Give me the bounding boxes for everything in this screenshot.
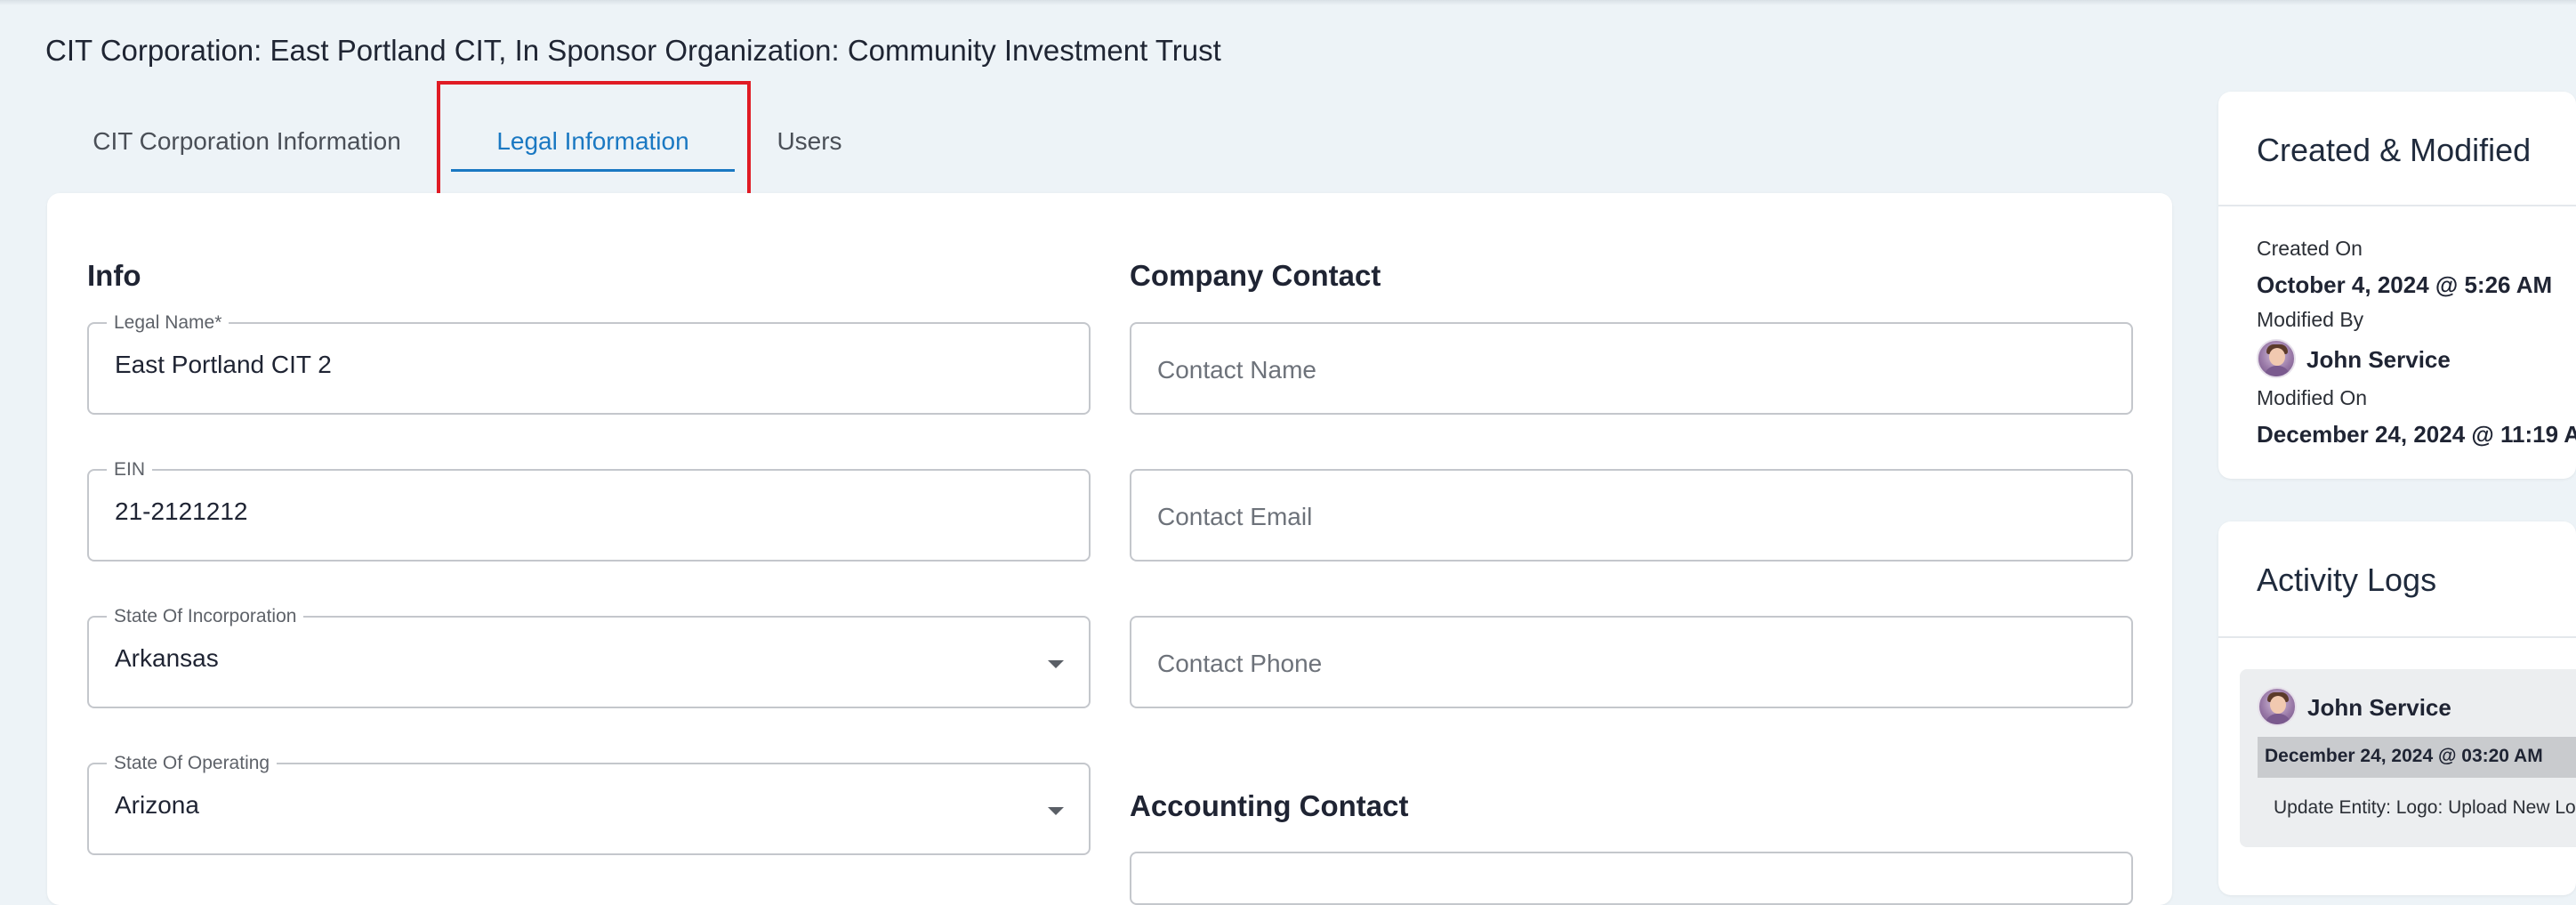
accounting-contact-input[interactable] bbox=[1130, 852, 2133, 905]
legal-name-label: Legal Name* bbox=[107, 312, 229, 334]
created-on-value: October 4, 2024 @ 5:26 AM bbox=[2257, 271, 2553, 298]
created-modified-card: Created & Modified Created On October 4,… bbox=[2218, 92, 2576, 479]
created-modified-title: Created & Modified bbox=[2257, 132, 2532, 168]
tab-users[interactable]: Users bbox=[777, 114, 841, 169]
contact-email-placeholder: Contact Email bbox=[1157, 503, 1313, 530]
state-of-incorporation-label: State Of Incorporation bbox=[107, 606, 304, 627]
avatar bbox=[2257, 339, 2296, 378]
contact-name-placeholder: Contact Name bbox=[1157, 356, 1316, 384]
info-section-title: Info bbox=[87, 259, 141, 292]
created-on-label: Created On bbox=[2257, 237, 2363, 260]
avatar bbox=[2258, 687, 2297, 726]
contact-name-input[interactable]: Contact Name bbox=[1130, 322, 2133, 415]
state-of-incorporation-value: Arkansas bbox=[115, 644, 219, 672]
modified-by-value: John Service bbox=[2306, 346, 2451, 373]
contact-phone-placeholder: Contact Phone bbox=[1157, 650, 1323, 677]
activity-log-date: December 24, 2024 @ 03:20 AM bbox=[2265, 746, 2543, 766]
modified-on-label: Modified On bbox=[2257, 386, 2368, 409]
state-of-operating-label: State Of Operating bbox=[107, 753, 278, 774]
tab-highlight-box bbox=[437, 81, 751, 206]
legal-name-field[interactable]: Legal Name* East Portland CIT 2 bbox=[87, 312, 1091, 415]
divider bbox=[2218, 205, 2576, 206]
state-of-operating-value: Arizona bbox=[115, 791, 199, 819]
chevron-down-icon[interactable] bbox=[1048, 807, 1064, 815]
modified-by-label: Modified By bbox=[2257, 308, 2364, 331]
accounting-contact-section-title: Accounting Contact bbox=[1130, 789, 1409, 822]
modified-on-value: December 24, 2024 @ 11:19 AM bbox=[2257, 421, 2576, 448]
divider bbox=[2218, 636, 2576, 638]
activity-logs-title: Activity Logs bbox=[2257, 562, 2437, 598]
top-bar-shadow bbox=[0, 0, 2576, 5]
state-of-operating-select[interactable]: State Of Operating Arizona bbox=[87, 753, 1091, 855]
ein-field[interactable]: EIN 21-2121212 bbox=[87, 459, 1091, 562]
contact-email-input[interactable]: Contact Email bbox=[1130, 469, 2133, 562]
ein-label: EIN bbox=[107, 459, 153, 481]
activity-log-description: Update Entity: Logo: Upload New Logo bbox=[2274, 797, 2576, 818]
chevron-down-icon[interactable] bbox=[1048, 660, 1064, 668]
tab-cit-corporation-information[interactable]: CIT Corporation Information bbox=[85, 114, 409, 169]
contact-phone-input[interactable]: Contact Phone bbox=[1130, 616, 2133, 708]
company-contact-section-title: Company Contact bbox=[1130, 259, 1381, 292]
page-title: CIT Corporation: East Portland CIT, In S… bbox=[45, 34, 1221, 67]
state-of-incorporation-select[interactable]: State Of Incorporation Arkansas bbox=[87, 606, 1091, 708]
legal-name-value: East Portland CIT 2 bbox=[115, 351, 332, 378]
activity-log-user: John Service bbox=[2307, 694, 2451, 721]
ein-value: 21-2121212 bbox=[115, 497, 248, 525]
